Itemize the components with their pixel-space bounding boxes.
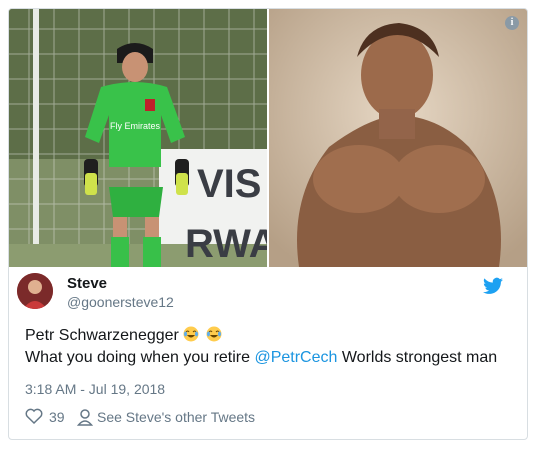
person-icon[interactable] [77,408,93,426]
bodybuilder-photo[interactable]: i [269,9,527,267]
mention-link[interactable]: @PetrCech [254,349,337,366]
goalkeeper-photo[interactable]: Fly Emirates VIS RWAI [9,9,267,267]
twitter-bird-icon[interactable] [483,277,503,295]
like-count[interactable]: 39 [49,409,65,425]
tweet-text-line-2-suffix: Worlds strongest man [337,349,498,366]
tweet-header: Steve @goonersteve12 [17,273,507,313]
tweet-timestamp[interactable]: 3:18 AM - Jul 19, 2018 [25,381,165,397]
tweet-text-line-2-prefix: What you doing when you retire [25,349,255,366]
heart-icon[interactable] [25,408,43,424]
ad-board-text-top: VIS [197,162,261,206]
face-with-tears-of-joy-icon [183,326,199,342]
avatar[interactable] [17,273,53,309]
tweet-text-line-2: What you doing when you retire @PetrCech… [25,347,515,369]
info-icon[interactable]: i [505,16,519,30]
jersey-sponsor-text: Fly Emirates [110,121,161,131]
ad-board-text-bottom: RWAI [185,222,267,266]
tweet-card[interactable]: Fly Emirates VIS RWAI [8,8,528,440]
author-name[interactable]: Steve [67,275,107,292]
tweet-media[interactable]: Fly Emirates VIS RWAI [9,9,527,267]
face-with-tears-of-joy-icon [206,326,222,342]
tweet-text: Petr Schwarzenegger What you doing when … [25,325,515,369]
other-tweets-link[interactable]: See Steve's other Tweets [97,409,255,425]
tweet-text-line-1: Petr Schwarzenegger [25,325,515,347]
author-handle[interactable]: @goonersteve12 [67,294,174,310]
tweet-text-line-1-content: Petr Schwarzenegger [25,327,179,344]
